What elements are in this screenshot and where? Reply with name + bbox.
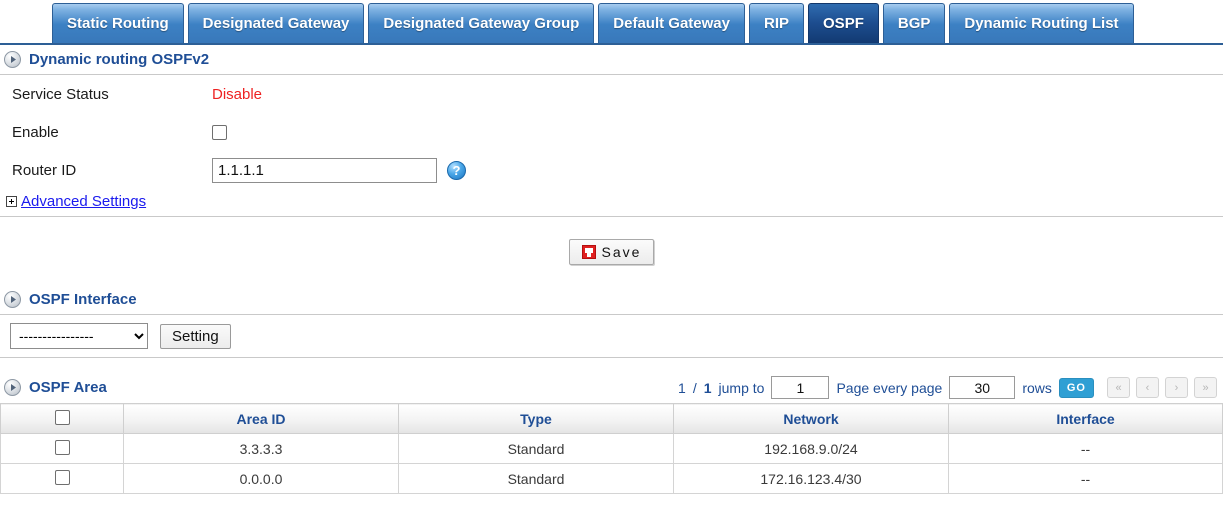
jump-to-label: jump to bbox=[718, 379, 765, 396]
table-head: Area ID Type Network Interface bbox=[0, 403, 1223, 434]
table-row: 0.0.0.0 Standard 172.16.123.4/30 -- bbox=[0, 463, 1223, 494]
table-row: 3.3.3.3 Standard 192.168.9.0/24 -- bbox=[0, 433, 1223, 464]
tab-designated-gateway[interactable]: Designated Gateway bbox=[187, 3, 365, 43]
router-id-row: Router ID ? bbox=[0, 151, 1223, 189]
pagination-controls: 1 / 1 jump to Page every page rows GO « … bbox=[678, 376, 1217, 399]
advanced-settings-link[interactable]: Advanced Settings bbox=[21, 193, 146, 210]
advanced-settings-row: Advanced Settings bbox=[0, 189, 1223, 216]
expand-arrow-icon[interactable] bbox=[4, 291, 21, 308]
row-select-cell bbox=[0, 433, 124, 464]
column-header-network: Network bbox=[673, 403, 949, 434]
enable-row: Enable bbox=[0, 113, 1223, 151]
column-header-interface: Interface bbox=[948, 403, 1223, 434]
routing-tab-bar: Static Routing Designated Gateway Designat… bbox=[0, 0, 1223, 45]
section-title: Dynamic routing OSPFv2 bbox=[29, 51, 210, 68]
cell-network: 172.16.123.4/30 bbox=[673, 463, 949, 494]
row-checkbox[interactable] bbox=[54, 439, 70, 455]
table-body: 3.3.3.3 Standard 192.168.9.0/24 -- 0.0.0.0 St… bbox=[0, 433, 1223, 494]
next-page-button[interactable]: › bbox=[1165, 377, 1188, 398]
tab-bgp[interactable]: BGP bbox=[882, 3, 946, 43]
rows-label: rows bbox=[1022, 379, 1052, 396]
router-id-label: Router ID bbox=[12, 161, 77, 179]
setting-button[interactable]: Setting bbox=[160, 323, 231, 349]
section-header-dynamic-routing-ospfv2: Dynamic routing OSPFv2 bbox=[0, 45, 1223, 74]
jump-to-input[interactable] bbox=[771, 376, 830, 399]
ospf-area-title-group: OSPF Area bbox=[4, 379, 107, 396]
cell-type: Standard bbox=[398, 463, 674, 494]
cell-area-id: 3.3.3.3 bbox=[123, 433, 399, 464]
current-page-number: 1 bbox=[678, 379, 686, 396]
section-header-ospf-interface: OSPF Interface bbox=[0, 285, 1223, 314]
router-id-input[interactable] bbox=[212, 157, 437, 183]
first-page-button[interactable]: « bbox=[1107, 377, 1130, 398]
rows-per-page-input[interactable] bbox=[949, 376, 1016, 399]
section-title: OSPF Area bbox=[29, 379, 107, 396]
column-header-type: Type bbox=[398, 403, 674, 434]
row-select-cell bbox=[0, 463, 124, 494]
save-button[interactable]: Save bbox=[568, 239, 655, 265]
section-title: OSPF Interface bbox=[29, 291, 137, 308]
enable-checkbox[interactable] bbox=[212, 124, 227, 140]
interface-select[interactable]: ---------------- bbox=[10, 323, 148, 349]
cell-interface: -- bbox=[948, 463, 1223, 494]
ospf-interface-panel: ---------------- Setting bbox=[0, 314, 1223, 358]
total-pages-number: 1 bbox=[703, 379, 712, 396]
page-separator: / bbox=[692, 379, 697, 396]
service-status-value: Disable bbox=[212, 85, 263, 103]
tab-static-routing[interactable]: Static Routing bbox=[52, 3, 184, 43]
service-status-row: Service Status Disable bbox=[0, 75, 1223, 113]
row-checkbox[interactable] bbox=[54, 469, 70, 485]
table-header-row: Area ID Type Network Interface bbox=[0, 403, 1223, 434]
go-button[interactable]: GO bbox=[1058, 377, 1094, 398]
tab-rip[interactable]: RIP bbox=[749, 3, 805, 43]
cell-interface: -- bbox=[948, 433, 1223, 464]
page-nav-buttons: « ‹ › » bbox=[1107, 377, 1217, 398]
cell-area-id: 0.0.0.0 bbox=[123, 463, 399, 494]
tab-default-gateway[interactable]: Default Gateway bbox=[598, 3, 745, 43]
save-button-label: Save bbox=[601, 244, 642, 260]
help-icon[interactable]: ? bbox=[447, 160, 466, 180]
tab-designated-gateway-group[interactable]: Designated Gateway Group bbox=[368, 3, 595, 43]
select-all-checkbox[interactable] bbox=[54, 409, 70, 425]
previous-page-button[interactable]: ‹ bbox=[1136, 377, 1159, 398]
page-every-page-label: Page every page bbox=[836, 379, 943, 396]
last-page-button[interactable]: » bbox=[1194, 377, 1217, 398]
expand-plus-icon[interactable] bbox=[6, 196, 17, 207]
expand-arrow-icon[interactable] bbox=[4, 379, 21, 396]
expand-arrow-icon[interactable] bbox=[4, 51, 21, 68]
floppy-disk-icon bbox=[581, 245, 596, 259]
cell-network: 192.168.9.0/24 bbox=[673, 433, 949, 464]
select-all-header bbox=[0, 403, 124, 434]
column-header-area-id: Area ID bbox=[123, 403, 399, 434]
cell-type: Standard bbox=[398, 433, 674, 464]
interface-controls-row: ---------------- Setting bbox=[0, 315, 1223, 357]
save-button-container: Save bbox=[0, 217, 1223, 265]
tab-dynamic-routing-list[interactable]: Dynamic Routing List bbox=[949, 3, 1134, 43]
enable-label: Enable bbox=[12, 123, 59, 141]
ospfv2-settings-panel: Service Status Disable Enable Router ID … bbox=[0, 74, 1223, 217]
tab-ospf[interactable]: OSPF bbox=[808, 3, 879, 43]
service-status-label: Service Status bbox=[12, 85, 109, 103]
ospf-area-table: Area ID Type Network Interface 3.3.3.3 St… bbox=[0, 403, 1223, 494]
section-header-ospf-area: OSPF Area 1 / 1 jump to Page every page … bbox=[0, 372, 1223, 403]
